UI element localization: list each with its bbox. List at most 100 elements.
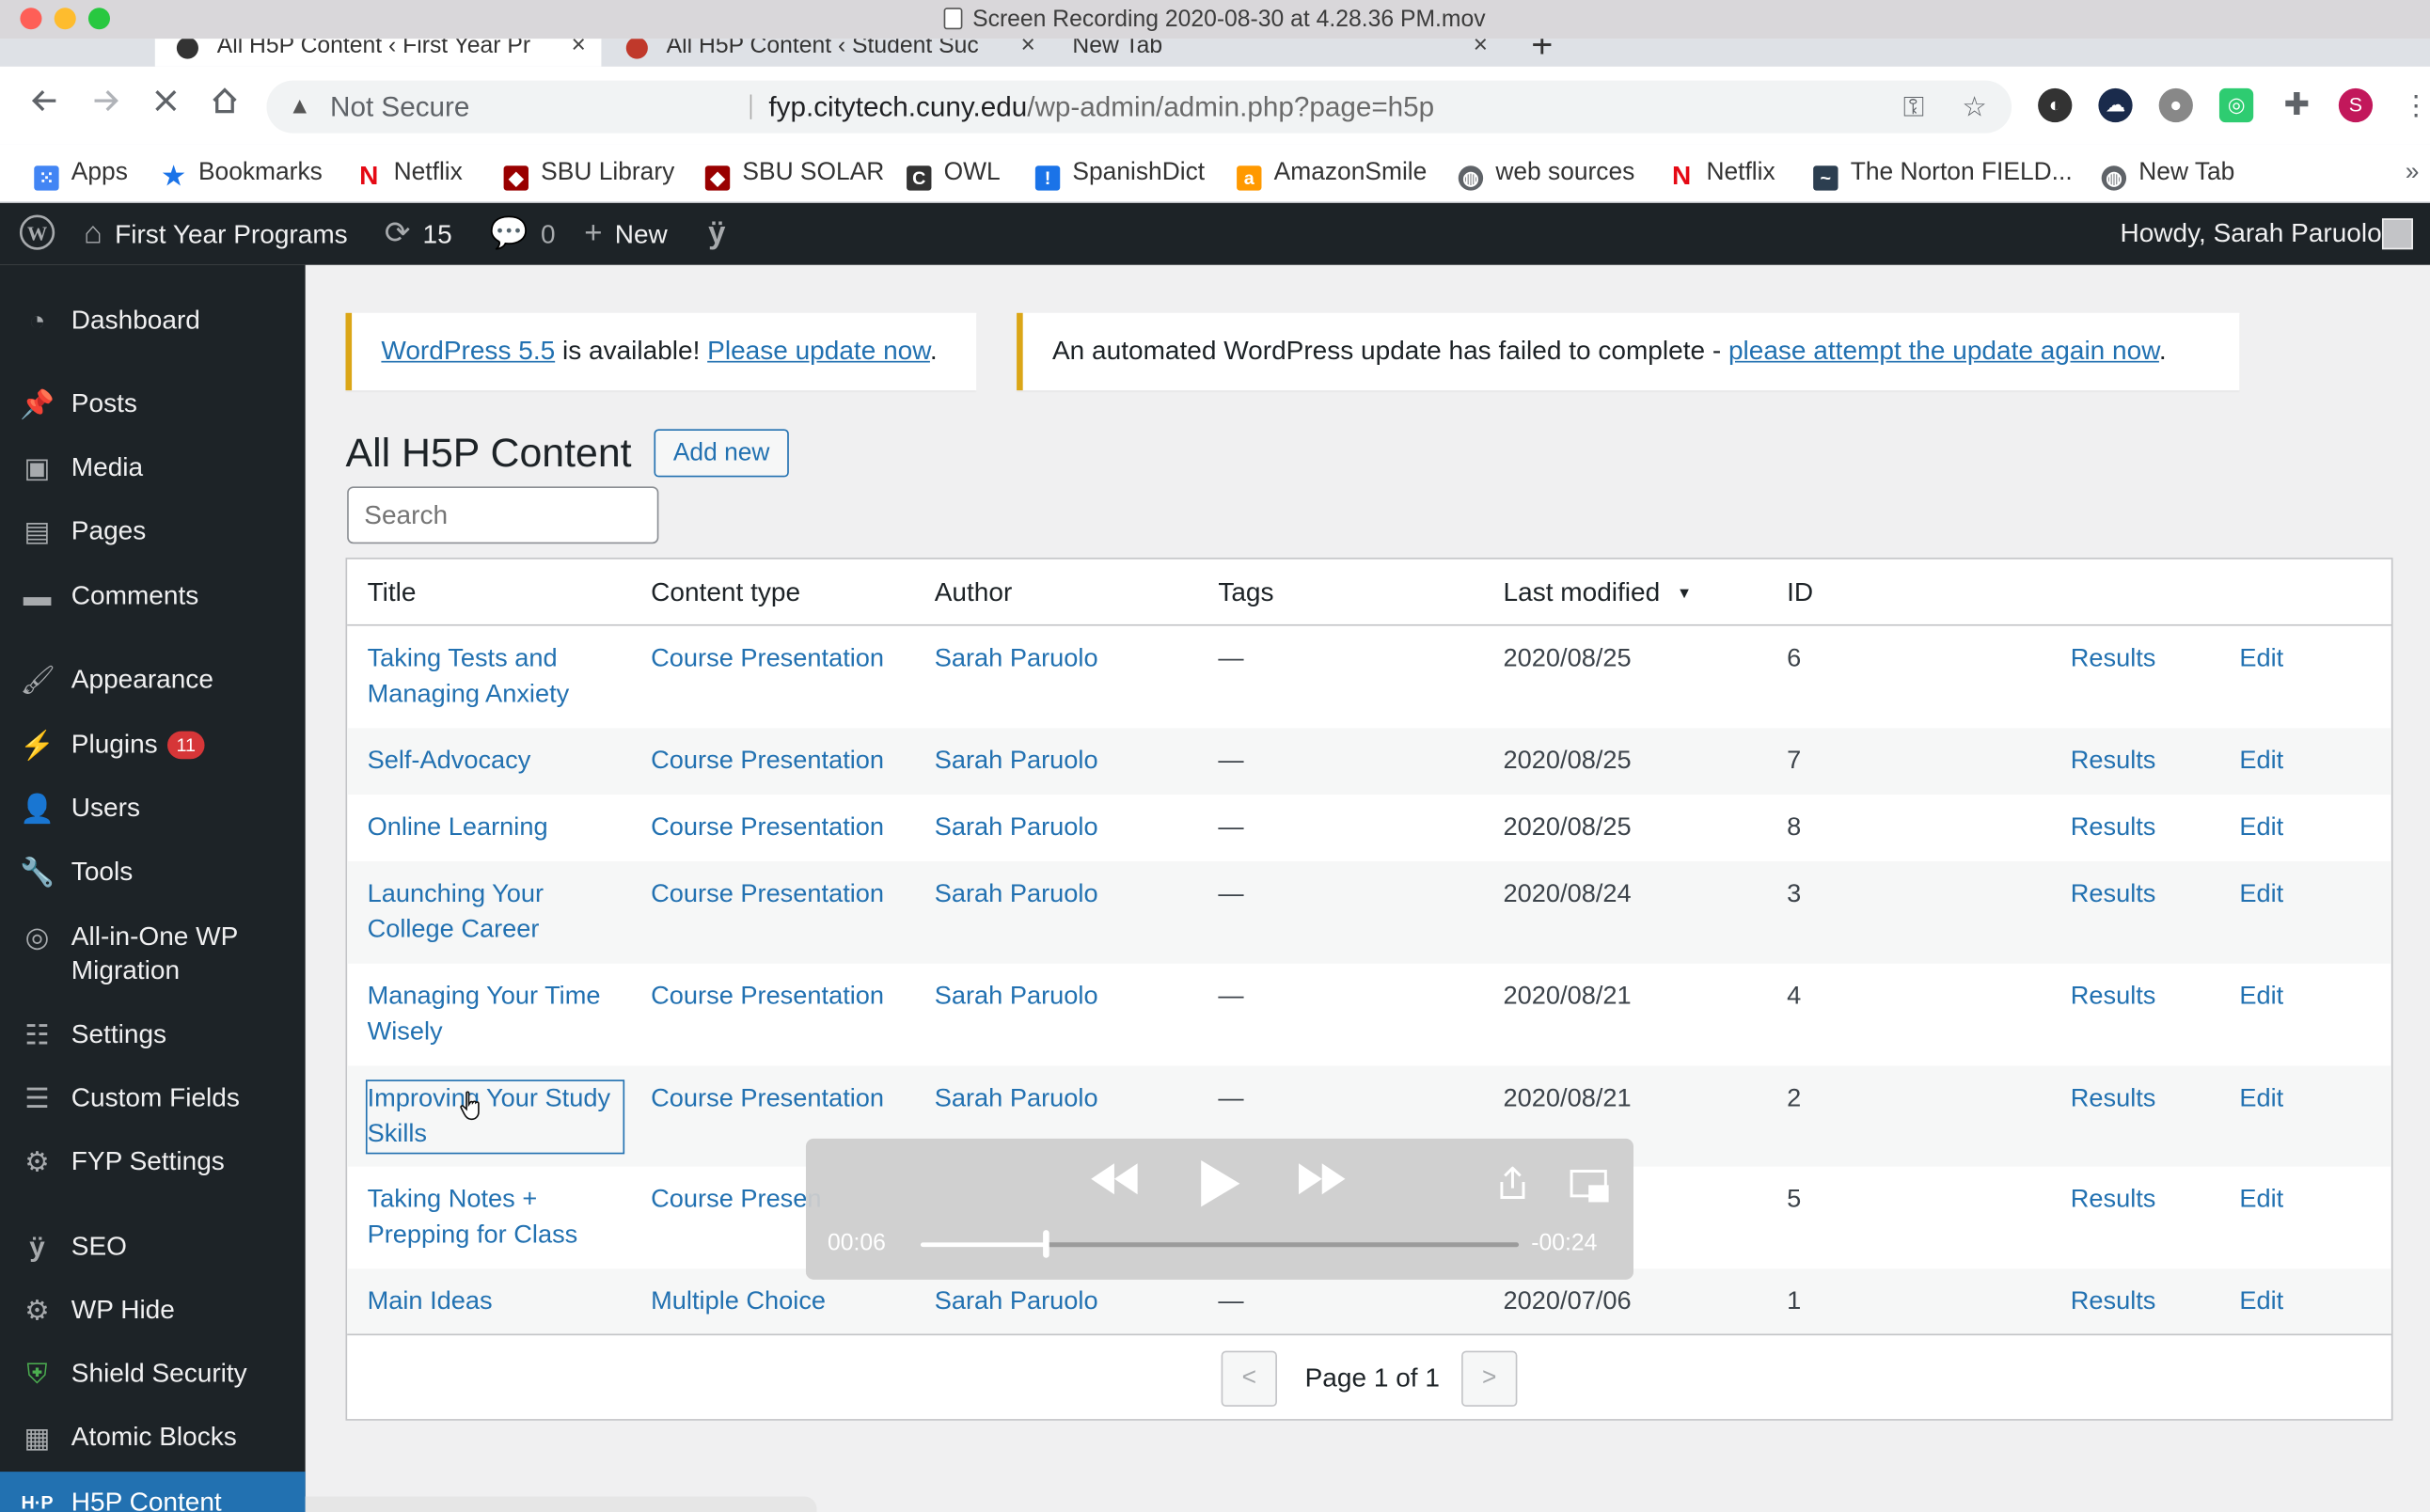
sidebar-item-settings[interactable]: ☷ Settings — [0, 1017, 306, 1051]
results-link[interactable]: Results — [2071, 1182, 2156, 1218]
extension-icon[interactable]: ◐ — [2038, 87, 2073, 123]
author-link[interactable]: Sarah Paruolo — [935, 641, 1098, 677]
column-id[interactable]: ID — [1787, 578, 1813, 609]
title-link[interactable]: Launching Your College Career — [368, 876, 623, 948]
sidebar-item-comments[interactable]: ▬ Comments — [0, 579, 306, 613]
column-author[interactable]: Author — [935, 578, 1013, 609]
sidebar-item-tools[interactable]: 🔧 Tools — [0, 855, 306, 889]
minimize-window-button[interactable] — [54, 8, 76, 30]
key-icon[interactable]: ⚿ — [1903, 81, 1925, 134]
tab-close-icon[interactable]: × — [1474, 39, 1488, 67]
edit-link[interactable]: Edit — [2239, 876, 2283, 912]
kebab-menu-icon[interactable]: ⋮ — [2399, 88, 2430, 122]
sidebar-item-atomic-blocks[interactable]: ▦ Atomic Blocks — [0, 1421, 306, 1455]
updates-link[interactable]: ⟳ 15 — [385, 203, 452, 265]
title-link[interactable]: Online Learning — [368, 811, 623, 846]
title-link[interactable]: Taking Tests and Managing Anxiety — [368, 641, 623, 713]
share-button[interactable] — [1499, 1166, 1527, 1208]
forward-button[interactable] — [86, 86, 126, 126]
close-window-button[interactable] — [20, 8, 42, 30]
cloud-extension-icon[interactable]: ☁ — [2098, 87, 2133, 123]
bookmark-norton[interactable]: ~ The Norton FIELD... — [1813, 156, 2073, 191]
author-link[interactable]: Sarah Paruolo — [935, 744, 1098, 780]
new-tab-button[interactable]: + — [1522, 39, 1562, 67]
attempt-update-again-link[interactable]: please attempt the update again now — [1728, 337, 2159, 366]
bookmark-owl[interactable]: C OWL — [907, 156, 1001, 191]
sidebar-item-appearance[interactable]: 🖌 Appearance — [0, 663, 306, 697]
column-last-modified[interactable]: Last modified ▼ — [1504, 578, 1693, 609]
results-link[interactable]: Results — [2071, 811, 2156, 846]
scrubber-handle[interactable] — [1043, 1230, 1049, 1258]
column-content-type[interactable]: Content type — [651, 578, 800, 609]
bookmark-netflix-2[interactable]: N Netflix — [1669, 156, 1775, 190]
title-link[interactable]: Taking Notes + Prepping for Class — [368, 1182, 623, 1253]
author-link[interactable]: Sarah Paruolo — [935, 1284, 1098, 1320]
back-button[interactable] — [24, 86, 65, 126]
wordpress-logo-button[interactable]: W — [19, 203, 56, 265]
author-link[interactable]: Sarah Paruolo — [935, 979, 1098, 1015]
content-type-link[interactable]: Course Presentation — [651, 641, 884, 677]
edit-link[interactable]: Edit — [2239, 979, 2283, 1015]
author-link[interactable]: Sarah Paruolo — [935, 1081, 1098, 1117]
tab-new-tab[interactable]: New Tab × — [1010, 39, 1503, 67]
bookmark-sbu-library[interactable]: ◆ SBU Library — [503, 156, 674, 191]
bookmark-netflix[interactable]: N Netflix — [356, 156, 463, 190]
content-type-link[interactable]: Course Presen — [651, 1182, 821, 1218]
tab-first-year-programs[interactable]: All H5P Content ‹ First Year Pr × — [154, 39, 602, 67]
results-link[interactable]: Results — [2071, 876, 2156, 912]
home-button[interactable] — [205, 86, 245, 126]
title-link[interactable]: Managing Your Time Wisely — [368, 979, 623, 1050]
sidebar-item-shield-security[interactable]: ⛨ Shield Security — [0, 1357, 306, 1391]
results-link[interactable]: Results — [2071, 744, 2156, 780]
title-link[interactable]: Improving Your Study Skills — [365, 1079, 625, 1155]
sidebar-item-h5p-content[interactable]: H·P H5P Content — [0, 1472, 306, 1512]
results-link[interactable]: Results — [2071, 1081, 2156, 1117]
results-link[interactable]: Results — [2071, 1284, 2156, 1320]
yoast-seo-menu[interactable]: ÿ — [708, 203, 738, 265]
bookmark-amazonsmile[interactable]: a AmazonSmile — [1237, 156, 1427, 191]
my-account-link[interactable]: Howdy, Sarah Paruolo — [2120, 203, 2381, 265]
bookmark-apps[interactable]: ⁙ Apps — [34, 156, 128, 191]
sidebar-item-users[interactable]: 👤 Users — [0, 792, 306, 826]
author-link[interactable]: Sarah Paruolo — [935, 876, 1098, 912]
address-bar[interactable]: ▲ Not Secure fyp.citytech.cuny.edu/wp-ad… — [266, 80, 2012, 134]
sidebar-item-fyp-settings[interactable]: ⚙ FYP Settings — [0, 1145, 306, 1179]
next-page-button[interactable]: > — [1461, 1350, 1518, 1407]
author-link[interactable]: Sarah Paruolo — [935, 811, 1098, 846]
sidebar-item-dashboard[interactable]: ◔ Dashboard — [0, 304, 306, 338]
edit-link[interactable]: Edit — [2239, 1081, 2283, 1117]
content-type-link[interactable]: Course Presentation — [651, 811, 884, 846]
fast-forward-button[interactable] — [1296, 1160, 1349, 1205]
bookmark-spanishdict[interactable]: ! SpanishDict — [1034, 156, 1205, 191]
content-type-link[interactable]: Course Presentation — [651, 979, 884, 1015]
puzzle-extensions-icon[interactable]: ✚ — [2280, 88, 2313, 122]
results-link[interactable]: Results — [2071, 979, 2156, 1015]
tab-student-success[interactable]: All H5P Content ‹ Student Suc × — [605, 39, 1051, 67]
playback-scrubber[interactable] — [920, 1230, 1520, 1258]
previous-page-button[interactable]: < — [1221, 1350, 1277, 1407]
more-bookmarks-button[interactable]: » — [2406, 156, 2420, 190]
sidebar-item-media[interactable]: ▣ Media — [0, 450, 306, 484]
edit-link[interactable]: Edit — [2239, 1284, 2283, 1320]
content-type-link[interactable]: Course Presentation — [651, 1081, 884, 1117]
edit-link[interactable]: Edit — [2239, 1182, 2283, 1218]
search-input[interactable] — [347, 486, 659, 544]
bookmark-bookmarks[interactable]: ★ Bookmarks — [161, 156, 323, 190]
sidebar-item-pages[interactable]: ▤ Pages — [0, 514, 306, 548]
picture-in-picture-button[interactable] — [1570, 1170, 1610, 1211]
sidebar-item-all-in-one-wp-migration[interactable]: ◎ All-in-One WP Migration — [0, 921, 306, 988]
add-new-button[interactable]: Add new — [654, 429, 789, 478]
bookmark-new-tab[interactable]: ◍ New Tab — [2101, 156, 2234, 191]
wordpress-version-link[interactable]: WordPress 5.5 — [381, 337, 555, 366]
sidebar-item-wp-hide[interactable]: ⚙ WP Hide — [0, 1294, 306, 1328]
play-button[interactable] — [1196, 1158, 1242, 1218]
content-type-link[interactable]: Course Presentation — [651, 744, 884, 780]
comments-link[interactable]: 💬 0 — [490, 203, 556, 265]
stop-loading-button[interactable] — [146, 86, 186, 126]
please-update-now-link[interactable]: Please update now — [707, 337, 930, 366]
title-link[interactable]: Main Ideas — [368, 1284, 623, 1320]
zoom-window-button[interactable] — [87, 8, 111, 30]
rewind-button[interactable] — [1088, 1160, 1141, 1205]
column-title[interactable]: Title — [368, 578, 417, 609]
tab-close-icon[interactable]: × — [572, 39, 586, 67]
